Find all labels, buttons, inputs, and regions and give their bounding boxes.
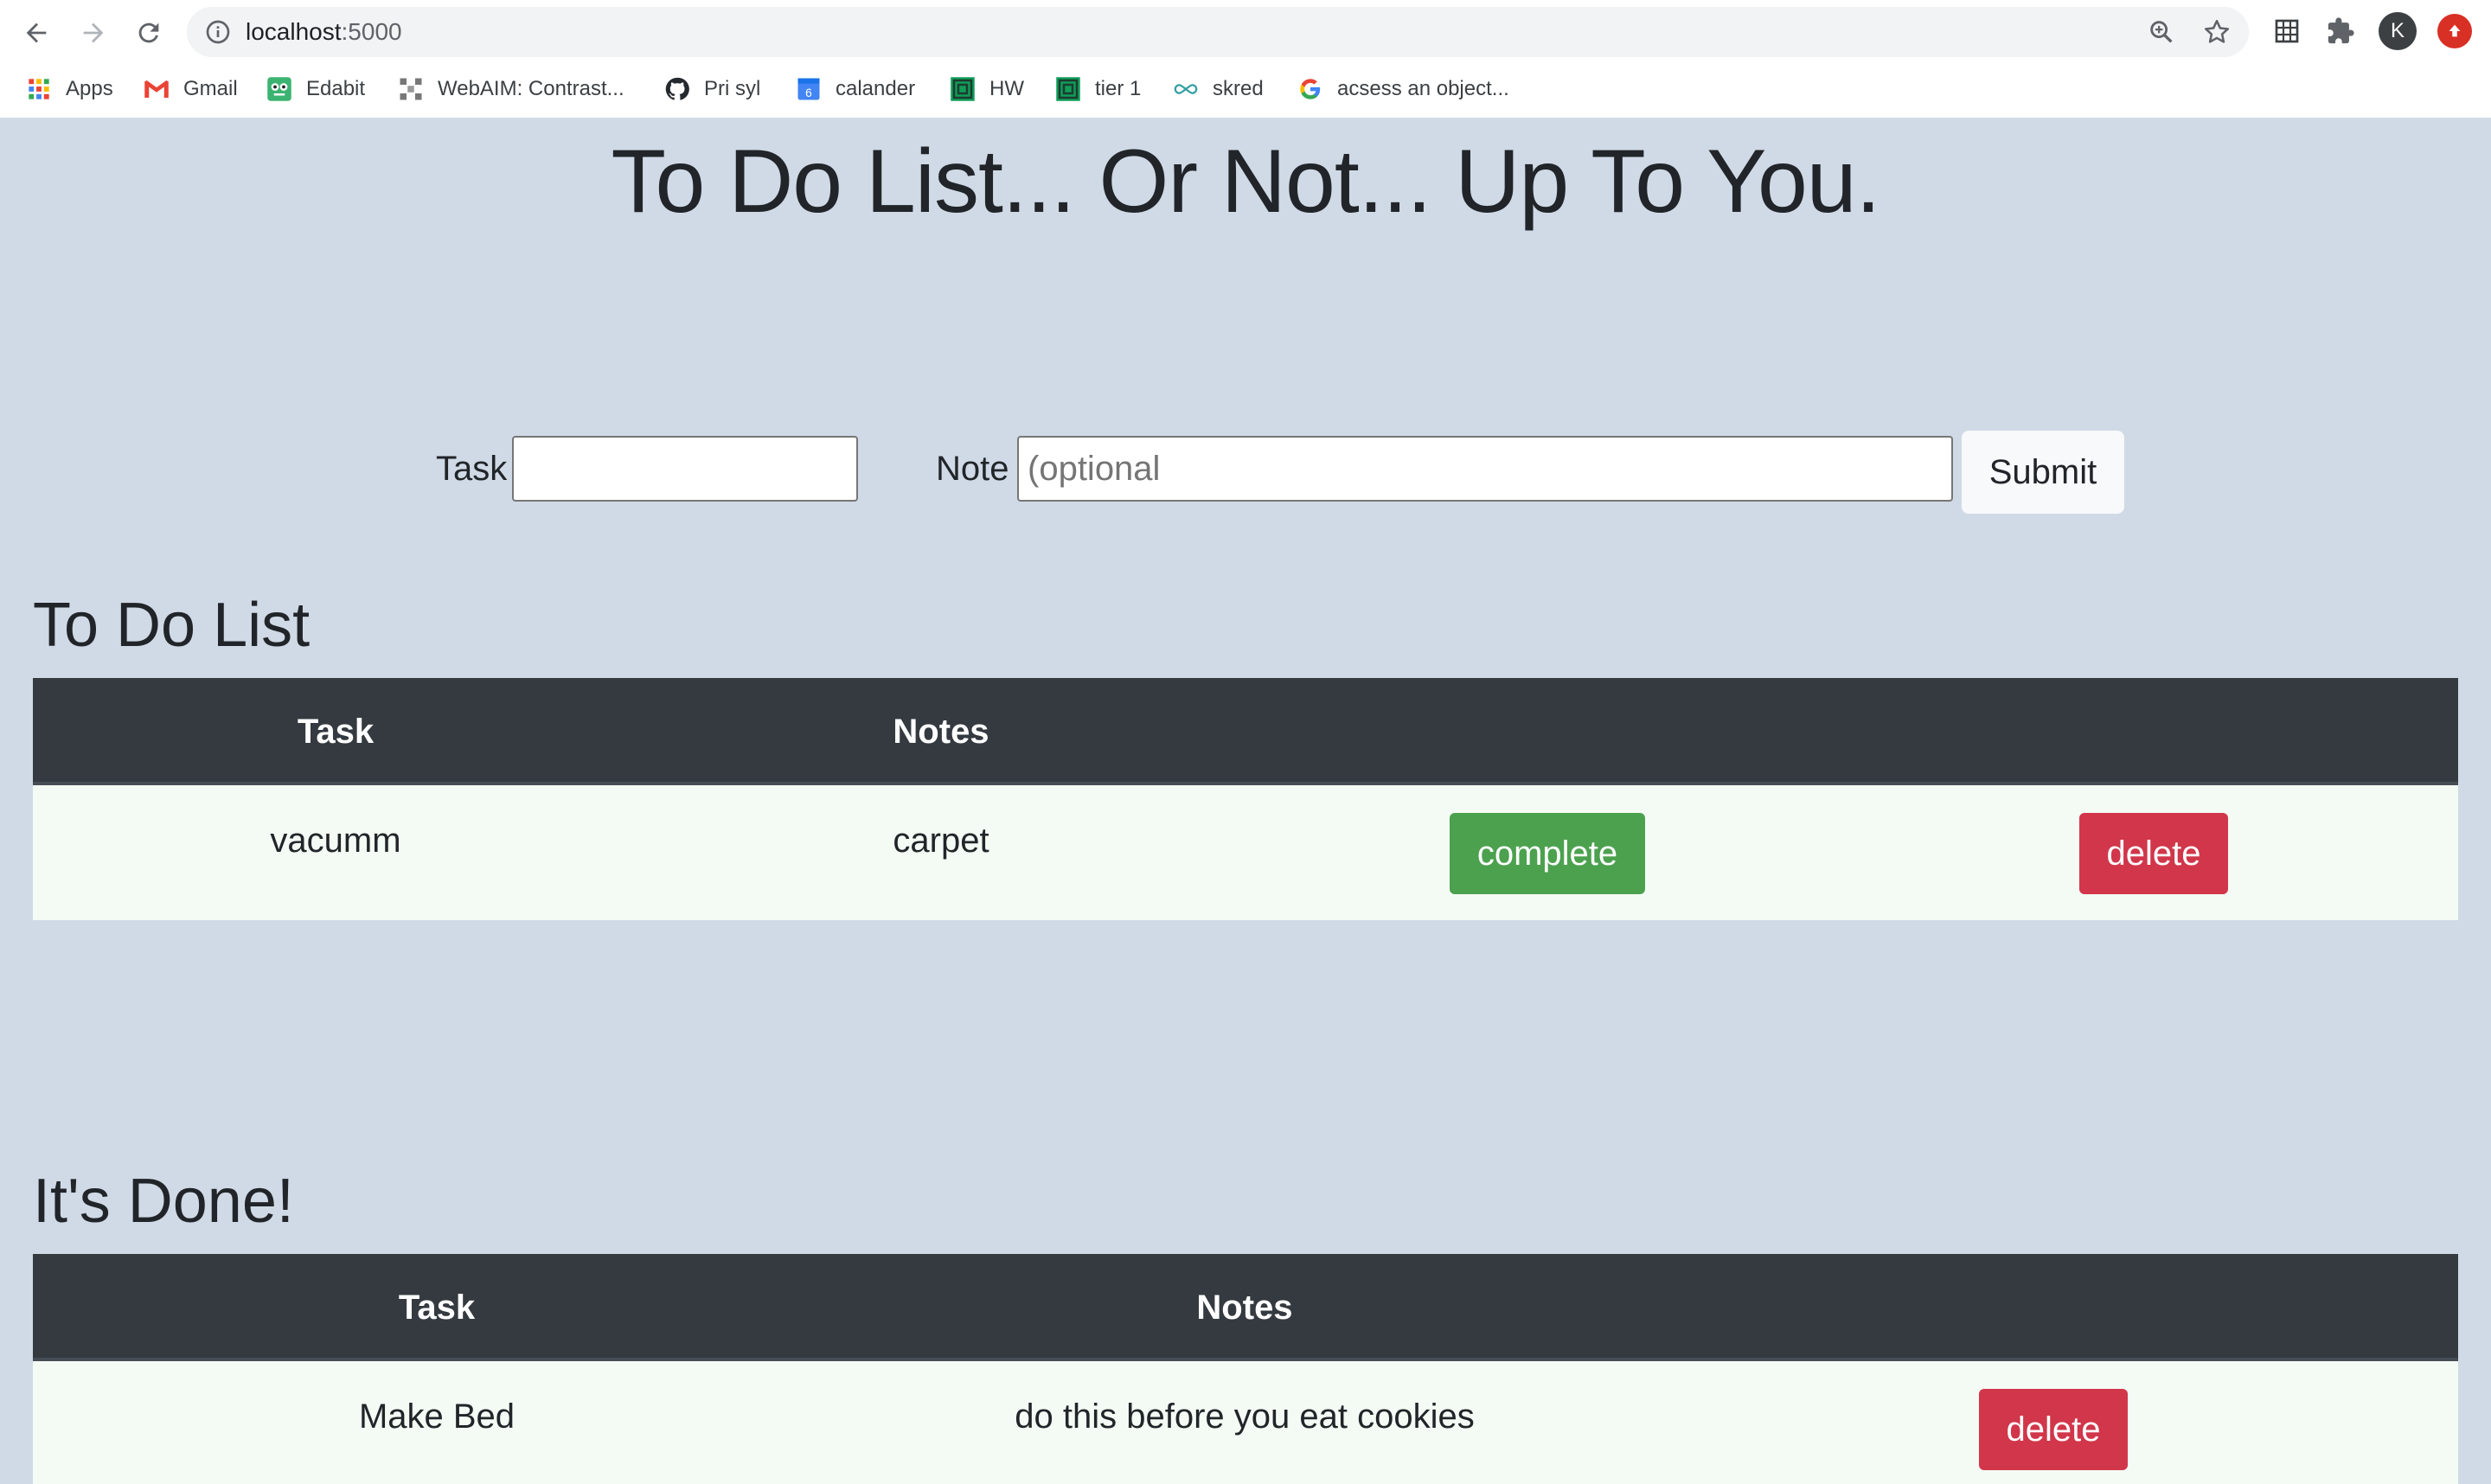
bookmark-tier-1[interactable]: tier 1 (1055, 73, 1141, 106)
page-title: To Do List... Or Not... Up To You. (611, 131, 1880, 232)
column-header-notes: Notes (893, 713, 989, 751)
table-row: Make Bed do this before you eat cookies … (33, 1361, 2458, 1484)
profile-avatar[interactable]: K (2379, 12, 2417, 50)
bookmark-label: HW (989, 77, 1024, 100)
bookmark-acsess[interactable]: acsess an object... (1297, 73, 1509, 106)
column-header-task: Task (398, 1289, 476, 1327)
reload-icon (138, 22, 159, 43)
bookmark-skred[interactable]: skred (1173, 73, 1264, 106)
done-table-header: Task Notes (33, 1254, 2458, 1361)
notes-cell: do this before you eat cookies (1015, 1398, 1475, 1436)
notes-cell: carpet (893, 822, 989, 860)
bookmark-label: acsess an object... (1337, 77, 1509, 100)
bookmark-label: calander (836, 77, 916, 100)
extension-table-icon[interactable] (2270, 14, 2304, 48)
update-icon[interactable] (2437, 14, 2472, 48)
complete-button[interactable]: complete (1450, 813, 1645, 894)
url-text: localhost:5000 (246, 17, 402, 47)
reload-button[interactable] (128, 12, 170, 54)
forward-button[interactable] (73, 12, 114, 54)
task-input[interactable] (512, 436, 858, 502)
infinity-icon (1173, 76, 1199, 102)
bookmark-calander[interactable]: 6 calander (796, 73, 915, 106)
svg-text:6: 6 (805, 86, 812, 99)
note-input[interactable] (1017, 436, 1953, 502)
bookmarks-bar: Apps Gmail Edabit WebAIM: Contrast... Pr… (0, 69, 2491, 109)
back-button[interactable] (16, 12, 57, 54)
github-icon (664, 76, 690, 102)
url-port: :5000 (341, 18, 402, 45)
apps-grid-icon (26, 76, 52, 102)
task-cell: vacumm (270, 822, 401, 860)
bookmark-hw[interactable]: HW (950, 73, 1024, 106)
todo-table-header: Task Notes (33, 678, 2458, 785)
bookmark-label: Pri syl (704, 77, 761, 100)
browser-chrome: localhost:5000 K Apps Gmail Edabit WebAI… (0, 0, 2491, 118)
column-header-notes: Notes (1196, 1289, 1293, 1327)
google-icon (1297, 76, 1323, 102)
classroom-icon (950, 76, 976, 102)
forward-arrow-icon (83, 22, 104, 43)
delete-button[interactable]: delete (1979, 1389, 2128, 1470)
address-bar[interactable]: localhost:5000 (187, 7, 2249, 57)
site-info-icon[interactable] (204, 18, 232, 46)
calendar-icon: 6 (796, 76, 822, 102)
table-row: vacumm carpet complete delete (33, 785, 2458, 920)
gmail-icon (144, 76, 170, 102)
bookmark-gmail[interactable]: Gmail (144, 73, 238, 106)
submit-button[interactable]: Submit (1962, 431, 2124, 514)
bookmark-label: Gmail (183, 77, 238, 100)
bookmark-star-icon[interactable] (2202, 17, 2232, 47)
bookmark-apps[interactable]: Apps (26, 73, 113, 106)
bookmark-label: WebAIM: Contrast... (438, 77, 624, 100)
url-host: localhost (246, 18, 342, 45)
edabit-icon (266, 76, 292, 102)
bookmark-pri-syl[interactable]: Pri syl (664, 73, 760, 106)
bookmark-edabit[interactable]: Edabit (266, 73, 365, 106)
bookmark-label: tier 1 (1095, 77, 1142, 100)
extensions-puzzle-icon[interactable] (2323, 14, 2358, 48)
bookmark-label: skred (1213, 77, 1264, 100)
classroom-icon (1055, 76, 1081, 102)
done-heading: It's Done! (33, 1167, 294, 1236)
column-header-task: Task (297, 713, 375, 751)
bookmark-label: Apps (66, 77, 113, 100)
note-label: Note (936, 450, 1009, 488)
todo-heading: To Do List (33, 591, 311, 660)
back-arrow-icon (26, 22, 47, 43)
task-cell: Make Bed (358, 1398, 515, 1436)
task-label: Task (436, 450, 508, 488)
webaim-icon (398, 76, 424, 102)
delete-button[interactable]: delete (2079, 813, 2228, 894)
zoom-icon[interactable] (2147, 17, 2176, 47)
bookmark-webaim[interactable]: WebAIM: Contrast... (398, 73, 624, 106)
bookmark-label: Edabit (306, 77, 366, 100)
